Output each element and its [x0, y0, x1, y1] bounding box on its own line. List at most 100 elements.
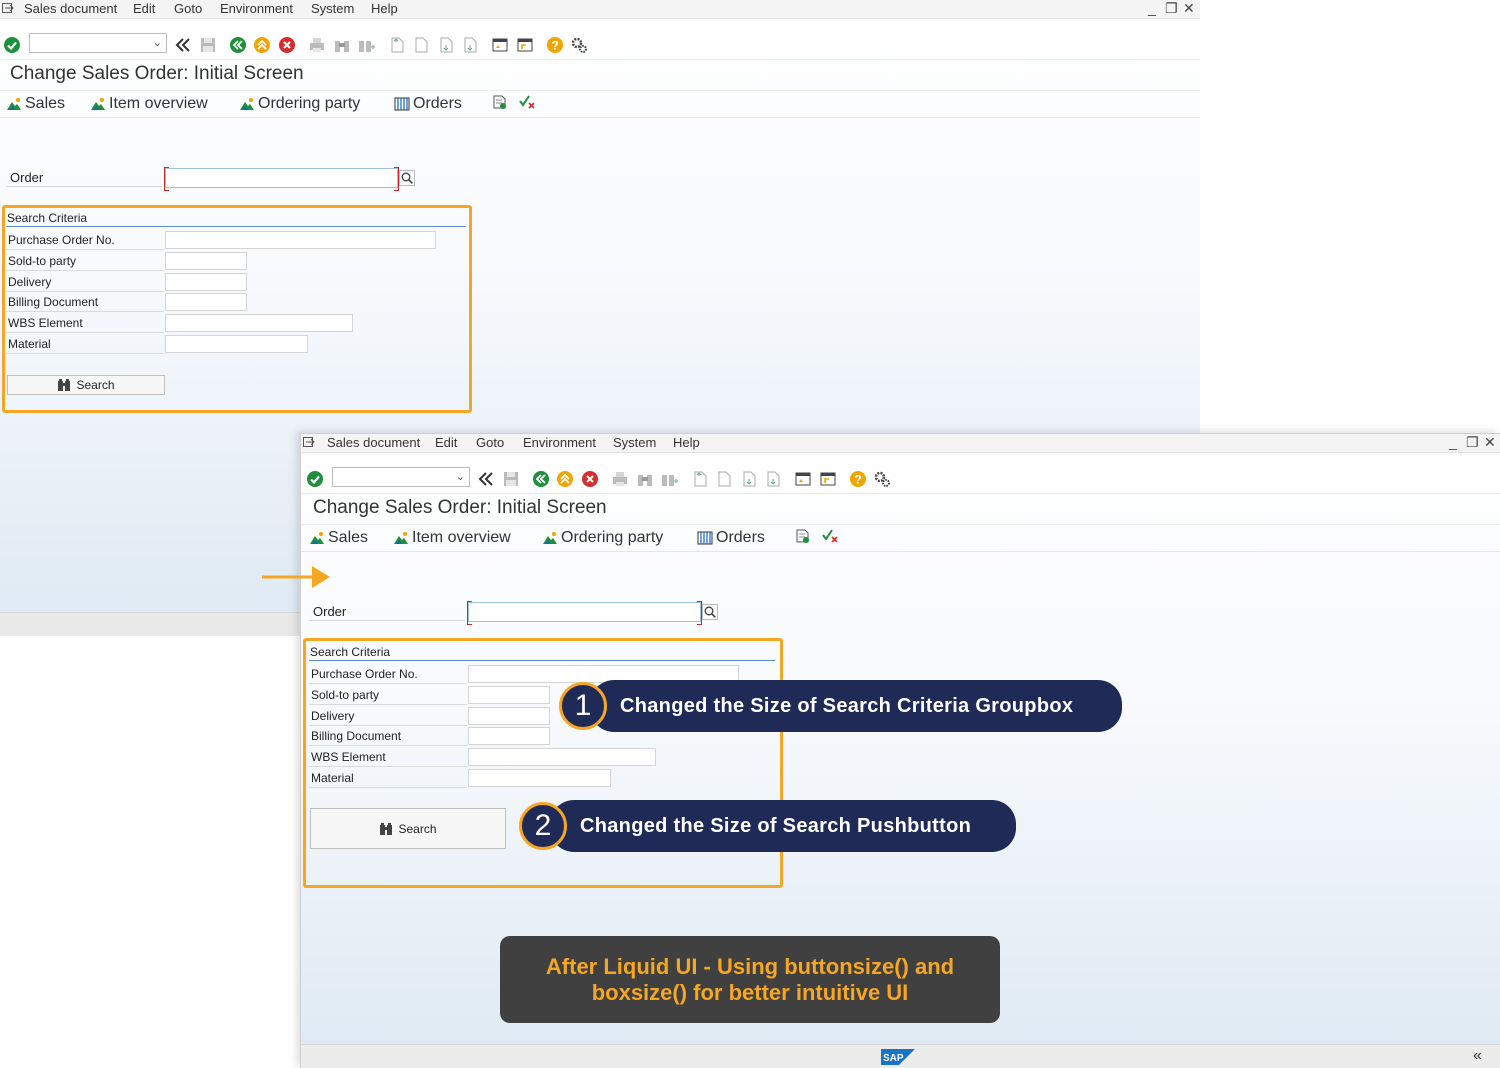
exit-icon[interactable] [253, 36, 271, 54]
mountain-icon [239, 97, 255, 111]
ordering-party-button[interactable]: Ordering party [542, 529, 663, 547]
enter-icon[interactable] [306, 470, 324, 488]
check-cancel-icon[interactable] [822, 529, 838, 543]
groupbox-title: Search Criteria [7, 211, 88, 225]
order-input[interactable] [164, 167, 399, 191]
menu-goto[interactable]: Goto [476, 435, 504, 450]
restore-button[interactable]: ❐ [1466, 434, 1479, 451]
menu-environment[interactable]: Environment [523, 435, 596, 450]
minimize-button[interactable]: _ [1148, 0, 1156, 16]
search-help-icon[interactable] [399, 170, 415, 186]
menu-sales-document[interactable]: Sales document [24, 1, 117, 16]
shortcut-icon[interactable] [516, 36, 534, 54]
back-double-icon[interactable] [174, 36, 192, 54]
next-page-icon[interactable] [740, 470, 758, 488]
wbs-element-field[interactable] [468, 748, 656, 766]
menu-edit[interactable]: Edit [133, 1, 155, 16]
cancel-icon[interactable] [581, 470, 599, 488]
delivery-field[interactable] [165, 273, 247, 291]
menu-edit[interactable]: Edit [435, 435, 457, 450]
menu-goto[interactable]: Goto [174, 1, 202, 16]
wbs-element-field[interactable] [165, 314, 353, 332]
menu-environment[interactable]: Environment [220, 1, 293, 16]
exit-icon[interactable] [556, 470, 574, 488]
orders-button[interactable]: Orders [394, 95, 462, 113]
menu-icon[interactable] [303, 436, 315, 448]
close-button[interactable]: ✕ [1183, 0, 1195, 17]
material-field[interactable] [165, 335, 308, 353]
new-session-icon[interactable] [491, 36, 509, 54]
enter-icon[interactable] [3, 36, 21, 54]
collapse-icon[interactable]: « [1473, 1047, 1482, 1065]
print-icon[interactable] [308, 36, 326, 54]
back-double-icon[interactable] [477, 470, 495, 488]
command-field[interactable]: ⌄ [332, 467, 470, 487]
label-delivery: Delivery [8, 275, 52, 289]
shortcut-icon[interactable] [819, 470, 837, 488]
last-page-icon[interactable] [764, 470, 782, 488]
menu-system[interactable]: System [311, 1, 354, 16]
back-icon[interactable] [229, 36, 247, 54]
order-input[interactable] [467, 601, 702, 625]
sales-button[interactable]: Sales [309, 529, 368, 547]
sold-to-party-field[interactable] [165, 252, 247, 270]
settings-icon[interactable] [570, 36, 588, 54]
next-page-icon[interactable] [437, 36, 455, 54]
check-cancel-icon[interactable] [519, 95, 535, 109]
find-icon[interactable] [333, 36, 351, 54]
callout-number-2: 2 [519, 802, 567, 850]
back-icon[interactable] [532, 470, 550, 488]
label-wbs-element: WBS Element [311, 750, 386, 764]
application-toolbar: Sales Item overview Ordering party Order… [0, 90, 1200, 118]
item-overview-button[interactable]: Item overview [393, 529, 511, 547]
delivery-field[interactable] [468, 707, 550, 725]
item-overview-button[interactable]: Item overview [90, 95, 208, 113]
document-flow-icon[interactable] [795, 529, 811, 543]
menu-icon[interactable] [2, 2, 14, 14]
mountain-icon [90, 97, 106, 111]
last-page-icon[interactable] [461, 36, 479, 54]
sold-to-party-field[interactable] [468, 686, 550, 704]
save-icon[interactable] [199, 36, 217, 54]
material-field[interactable] [468, 769, 611, 787]
cancel-icon[interactable] [278, 36, 296, 54]
label-billing-document: Billing Document [311, 729, 402, 743]
ordering-party-button[interactable]: Ordering party [239, 95, 360, 113]
menu-help[interactable]: Help [673, 435, 700, 450]
purchase-order-no-field[interactable] [165, 231, 436, 249]
save-icon[interactable] [502, 470, 520, 488]
prev-page-icon[interactable] [412, 36, 430, 54]
search-button[interactable]: Search [7, 375, 165, 395]
find-next-icon[interactable] [660, 470, 678, 488]
find-icon[interactable] [636, 470, 654, 488]
label-sold-to-party: Sold-to party [8, 254, 77, 268]
help-icon[interactable] [546, 36, 564, 54]
restore-button[interactable]: ❐ [1165, 0, 1178, 17]
menu-system[interactable]: System [613, 435, 656, 450]
orders-button[interactable]: Orders [697, 529, 765, 547]
billing-document-field[interactable] [468, 727, 550, 745]
command-field[interactable]: ⌄ [29, 33, 167, 53]
search-button[interactable]: Search [310, 808, 506, 849]
first-page-icon[interactable] [691, 470, 709, 488]
order-label: Order [10, 170, 44, 185]
print-icon[interactable] [611, 470, 629, 488]
prev-page-icon[interactable] [715, 470, 733, 488]
menu-help[interactable]: Help [371, 1, 398, 16]
search-help-icon[interactable] [702, 604, 718, 620]
new-session-icon[interactable] [794, 470, 812, 488]
binoculars-icon [57, 378, 71, 392]
label-material: Material [8, 337, 51, 351]
sales-button[interactable]: Sales [6, 95, 65, 113]
billing-document-field[interactable] [165, 293, 247, 311]
settings-icon[interactable] [873, 470, 891, 488]
menu-sales-document[interactable]: Sales document [327, 435, 420, 450]
find-next-icon[interactable] [357, 36, 375, 54]
close-button[interactable]: ✕ [1484, 434, 1496, 451]
minimize-button[interactable]: _ [1449, 434, 1457, 450]
document-flow-icon[interactable] [492, 95, 508, 109]
help-icon[interactable] [849, 470, 867, 488]
first-page-icon[interactable] [388, 36, 406, 54]
chevron-down-icon[interactable]: ⌄ [456, 470, 465, 483]
chevron-down-icon[interactable]: ⌄ [153, 36, 162, 49]
